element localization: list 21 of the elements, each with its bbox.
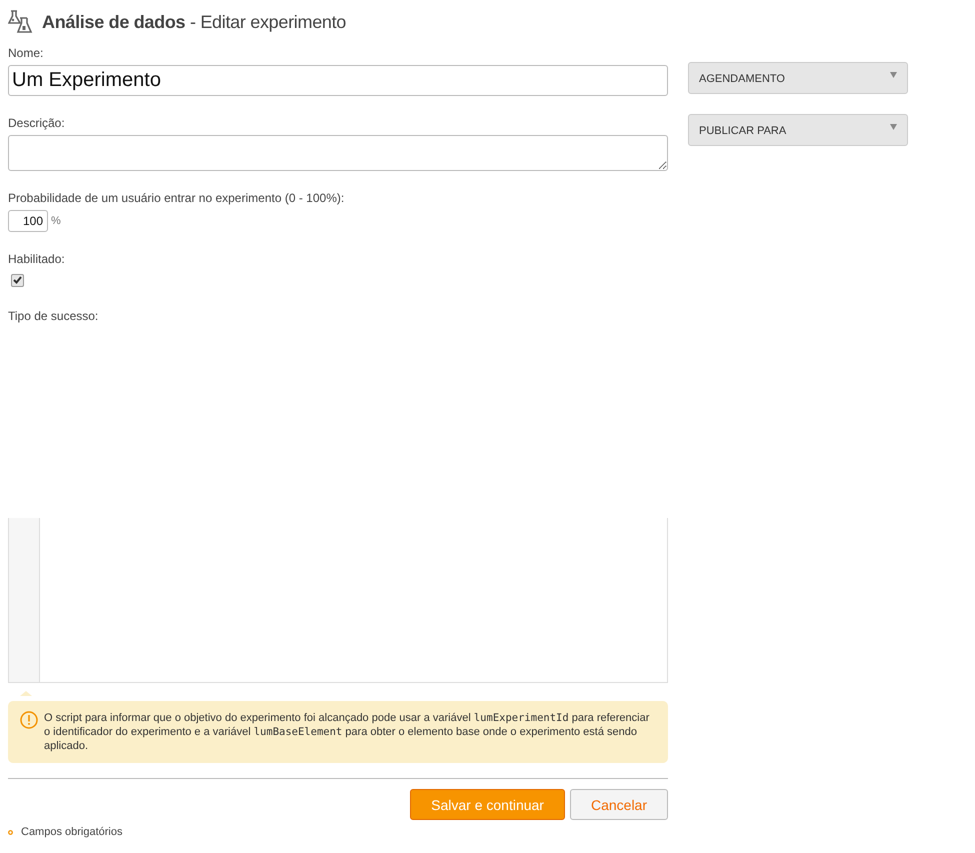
probability-field[interactable]: 100 <box>8 210 48 232</box>
unit-label: % <box>51 215 61 227</box>
description-field[interactable] <box>8 135 668 171</box>
field-label: Habilitado: <box>8 252 66 266</box>
field-label: Tipo de sucesso: <box>8 309 100 323</box>
caret-icon <box>890 124 897 130</box>
panel-header[interactable]: AGENDAMENTO <box>688 62 908 94</box>
note-text: O script para informar que o objetivo do experimento foi alcançado pode usar a variável lumExperimentId para referenciar o identificador do experimento e a variável lumBaseElement para obter o elemento base onde o experimento está sendo aplicado. <box>44 711 650 753</box>
field-label: Probabilidade de um usuário entrar no experimento (0 - 100%): <box>8 191 346 205</box>
enabled-checkbox[interactable] <box>11 274 24 286</box>
caret-icon <box>890 72 897 78</box>
panel-header[interactable]: PUBLICAR PARA <box>688 114 908 146</box>
field-label: Descrição: <box>8 116 66 130</box>
page-title: Análise de dados - Editar experimento <box>42 12 346 32</box>
required-note: Campos obrigatórios <box>21 826 122 838</box>
warning-icon <box>20 711 38 729</box>
name-field[interactable]: Um Experimento <box>8 65 668 96</box>
field-label: Nome: <box>8 46 44 60</box>
required-icon <box>8 830 13 834</box>
code-editor[interactable] <box>8 518 668 683</box>
flasks-icon <box>8 10 34 34</box>
